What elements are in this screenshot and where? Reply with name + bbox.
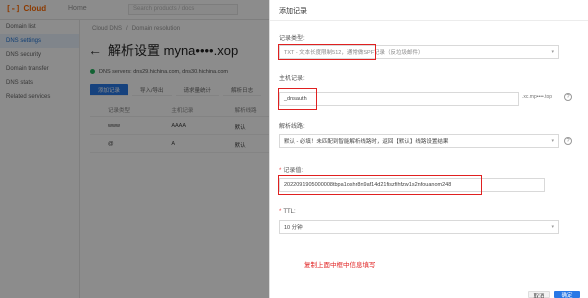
highlight-box — [278, 44, 376, 60]
line-label: 解析线路: — [279, 121, 305, 130]
annotation-text: 复制上面中框中信息填写 — [304, 262, 376, 269]
line-value: 默认 - 必填！未匹配到智能解析线路时，返回【默认】线路设置结果 — [284, 139, 449, 145]
drawer-title: 添加记录 — [279, 8, 307, 15]
record-value-label: * 记录值: — [279, 165, 303, 174]
chevron-down-icon: ▾ — [551, 224, 554, 230]
ttl-label: * TTL: — [279, 209, 296, 215]
help-icon[interactable]: ? — [564, 137, 572, 145]
host-record-label-text: 主机记录: — [279, 76, 305, 82]
confirm-button[interactable]: 确定 — [554, 291, 580, 298]
highlight-box — [278, 88, 317, 110]
chevron-down-icon: ▾ — [551, 138, 554, 144]
record-type-label-text: 记录类型: — [279, 36, 305, 42]
divider — [270, 20, 588, 21]
record-type-label: 记录类型: — [279, 33, 305, 42]
ttl-select[interactable]: 10 分钟 ▾ — [279, 220, 559, 234]
required-star: * — [279, 168, 282, 174]
cancel-button[interactable]: 取消 — [528, 291, 550, 298]
line-label-text: 解析线路: — [279, 124, 305, 130]
ttl-value: 10 分钟 — [284, 225, 303, 231]
add-record-drawer: 添加记录 记录类型: TXT - 文本长度限制512，通常做SPF记录（反垃圾邮… — [269, 0, 588, 298]
record-value-label-text: 记录值: — [283, 168, 304, 174]
modal-overlay[interactable] — [0, 0, 269, 298]
help-icon[interactable]: ? — [564, 93, 572, 101]
line-select[interactable]: 默认 - 必填！未匹配到智能解析线路时，返回【默认】线路设置结果 ▾ — [279, 134, 559, 148]
chevron-down-icon: ▾ — [551, 49, 554, 55]
host-record-label: 主机记录: — [279, 73, 305, 82]
required-star: * — [279, 209, 282, 215]
host-record-suffix: .xc.mp••••.top — [522, 94, 553, 100]
ttl-label-text: TTL: — [283, 209, 296, 215]
highlight-box — [278, 175, 482, 195]
